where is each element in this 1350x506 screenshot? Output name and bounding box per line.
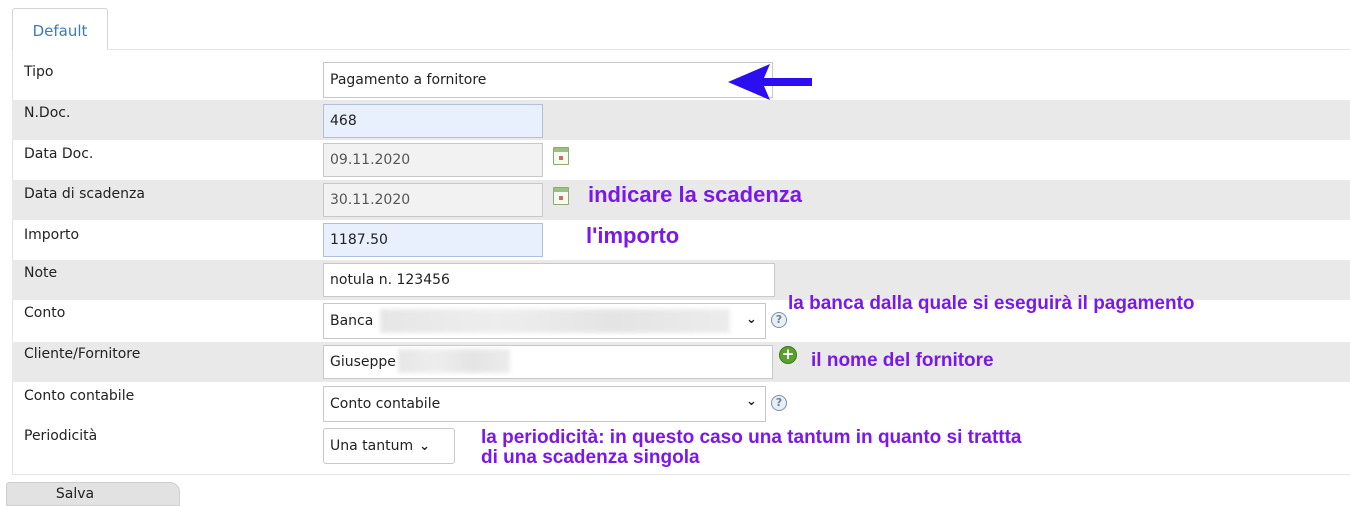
data-scadenza-input[interactable]: 30.11.2020 <box>323 183 543 217</box>
help-icon[interactable]: ? <box>771 312 787 328</box>
ndoc-input[interactable]: 468 <box>323 104 543 138</box>
calendar-icon[interactable] <box>553 187 569 205</box>
tipo-field[interactable]: Pagamento a fornitore <box>323 62 773 98</box>
row-ndoc <box>12 100 1350 140</box>
form-bottom-border <box>12 474 1350 475</box>
label-conto-contabile: Conto contabile <box>24 388 135 404</box>
annotation-banca: la banca dalla quale si eseguirà il paga… <box>788 293 1195 314</box>
chevron-down-icon[interactable]: ⌄ <box>746 394 757 409</box>
data-doc-input[interactable]: 09.11.2020 <box>323 143 543 177</box>
label-periodicita: Periodicità <box>24 428 98 444</box>
note-input[interactable]: notula n. 123456 <box>323 263 775 297</box>
annotation-periodicita: la periodicità: in questo caso una tantu… <box>481 428 1022 468</box>
add-icon[interactable]: + <box>779 346 797 364</box>
annotation-importo: l'importo <box>586 223 680 248</box>
help-icon[interactable]: ? <box>771 395 787 411</box>
conto-contabile-select[interactable]: Conto contabile <box>323 386 766 422</box>
annotation-periodicita-line1: la periodicità: in questo caso una tantu… <box>481 427 1022 448</box>
row-importo <box>12 220 1350 260</box>
label-conto: Conto <box>24 305 66 321</box>
arrow-left-icon <box>728 64 812 100</box>
label-data-scadenza: Data di scadenza <box>24 186 145 202</box>
label-tipo: Tipo <box>24 64 54 80</box>
cliente-input[interactable]: Giuseppe <box>323 345 773 379</box>
chevron-down-icon: ⌄ <box>419 438 430 454</box>
annotation-periodicita-line2: di una scadenza singola <box>481 447 700 468</box>
periodicita-value: Una tantum <box>330 438 414 454</box>
label-cliente: Cliente/Fornitore <box>24 346 141 362</box>
importo-input[interactable]: 1187.50 <box>323 223 543 257</box>
tab-default[interactable]: Default <box>12 8 108 50</box>
label-note: Note <box>24 265 58 281</box>
label-ndoc: N.Doc. <box>24 105 71 121</box>
annotation-scadenza: indicare la scadenza <box>588 182 802 207</box>
annotation-fornitore: il nome del fornitore <box>811 350 994 371</box>
redacted-bank-name <box>380 309 730 333</box>
redacted-supplier-surname <box>398 349 510 373</box>
chevron-down-icon[interactable]: ⌄ <box>746 312 757 327</box>
calendar-icon[interactable] <box>553 147 569 165</box>
periodicita-select[interactable]: Una tantum ⌄ <box>323 428 455 464</box>
save-button[interactable]: Salva <box>6 482 180 506</box>
label-importo: Importo <box>24 227 80 243</box>
label-data-doc: Data Doc. <box>24 146 94 162</box>
row-data-doc <box>12 140 1350 180</box>
